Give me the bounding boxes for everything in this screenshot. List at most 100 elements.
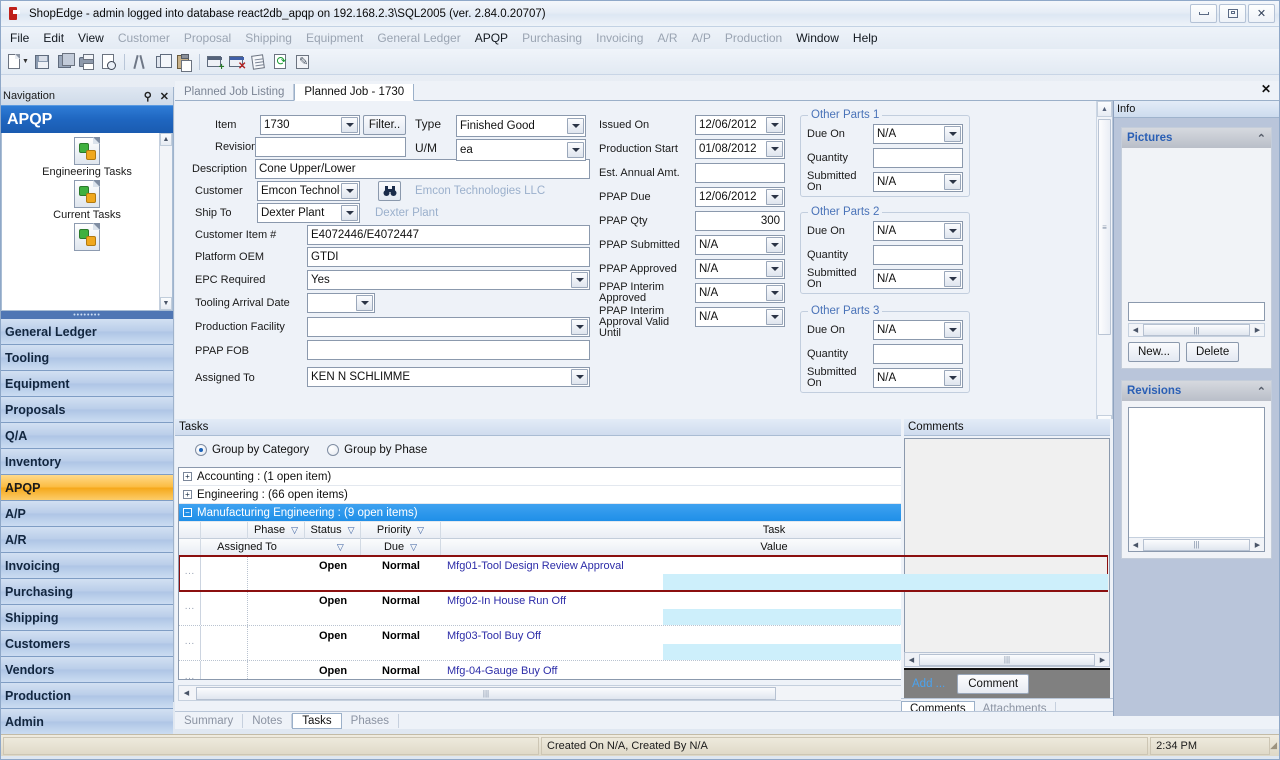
menu-item-equipment[interactable]: Equipment (299, 29, 370, 47)
chevron-down-icon[interactable] (567, 142, 584, 158)
filter-icon[interactable]: ▽ (337, 542, 344, 553)
scrollbar-thumb[interactable]: ||| (1143, 324, 1250, 336)
add-link[interactable]: Add ... (912, 678, 945, 690)
tooling-arrival-date-picker[interactable] (307, 293, 375, 313)
ppap-interim-valid-until-date-picker[interactable]: N/A (695, 307, 785, 327)
chevron-down-icon[interactable] (766, 237, 783, 253)
tab-notes[interactable]: Notes (243, 713, 293, 728)
print-preview-icon[interactable] (98, 51, 119, 72)
refresh-icon[interactable] (270, 51, 291, 72)
filter-icon[interactable]: ▽ (348, 525, 355, 536)
chevron-down-icon[interactable] (341, 117, 358, 133)
scroll-left-icon[interactable]: ◀ (1129, 326, 1142, 334)
column-header-due[interactable]: Due ▽ (361, 538, 441, 556)
tab-phases[interactable]: Phases (342, 713, 400, 728)
sidebar-item-purchasing[interactable]: Purchasing (1, 579, 173, 605)
chevron-down-icon[interactable] (571, 319, 588, 335)
other-parts-1-due-on[interactable]: N/A (873, 124, 963, 144)
menu-item-ap[interactable]: A/P (685, 29, 718, 47)
close-button[interactable]: ✕ (1248, 4, 1275, 23)
epc-required-combo[interactable]: Yes (307, 270, 590, 290)
production-start-date-picker[interactable]: 01/08/2012 (695, 139, 785, 159)
sidebar-item-qa[interactable]: Q/A (1, 423, 173, 449)
chevron-down-icon[interactable] (766, 141, 783, 157)
comments-horizontal-scrollbar[interactable]: ◀ ||| ▶ (904, 652, 1110, 667)
menu-item-apqp[interactable]: APQP (468, 29, 515, 47)
comment-button[interactable]: Comment (957, 674, 1030, 694)
est-annual-amt-field[interactable] (695, 163, 785, 183)
menu-item-ar[interactable]: A/R (650, 29, 684, 47)
tab-planned-job-1730[interactable]: Planned Job - 1730 (294, 84, 415, 101)
save-icon[interactable] (32, 51, 53, 72)
add-record-icon[interactable] (204, 51, 225, 73)
edit-icon[interactable] (292, 51, 313, 72)
chevron-down-icon[interactable] (944, 126, 961, 142)
revisions-card-header[interactable]: Revisions ⌃ (1122, 381, 1271, 401)
expand-icon[interactable]: + (183, 472, 192, 481)
chevron-down-icon[interactable] (766, 189, 783, 205)
sidebar-item-equipment[interactable]: Equipment (1, 371, 173, 397)
other-parts-3-submitted-on[interactable]: N/A (873, 368, 963, 388)
other-parts-2-quantity[interactable] (873, 245, 963, 265)
minimize-button[interactable] (1190, 4, 1217, 23)
other-parts-3-quantity[interactable] (873, 344, 963, 364)
menu-item-purchasing[interactable]: Purchasing (515, 29, 589, 47)
pictures-card-header[interactable]: Pictures ⌃ (1122, 128, 1271, 148)
scrollbar-thumb[interactable]: ||| (919, 653, 1095, 666)
sidebar-item-proposals[interactable]: Proposals (1, 397, 173, 423)
other-parts-2-due-on[interactable]: N/A (873, 221, 963, 241)
chevron-down-icon[interactable] (571, 272, 588, 288)
type-combo[interactable]: Finished Good (456, 115, 586, 137)
ppap-submitted-date-picker[interactable]: N/A (695, 235, 785, 255)
menu-item-edit[interactable]: Edit (36, 29, 71, 47)
menu-item-window[interactable]: Window (789, 29, 846, 47)
chevron-down-icon[interactable] (571, 369, 588, 385)
picture-preview[interactable] (1128, 154, 1265, 302)
sidebar-item-customers[interactable]: Customers (1, 631, 173, 657)
radio-group-by-category[interactable]: Group by Category (195, 444, 309, 456)
chevron-down-icon[interactable] (567, 118, 584, 134)
delete-picture-button[interactable]: Delete (1185, 342, 1240, 362)
nav-shortcut-current-tasks[interactable]: Current Tasks (2, 180, 172, 221)
scroll-down-icon[interactable]: ▼ (160, 297, 172, 310)
sidebar-item-shipping[interactable]: Shipping (1, 605, 173, 631)
ppap-fob-field[interactable] (307, 340, 590, 360)
menu-item-shipping[interactable]: Shipping (238, 29, 299, 47)
menu-item-customer[interactable]: Customer (111, 29, 177, 47)
new-document-icon[interactable] (3, 51, 24, 72)
menu-item-production[interactable]: Production (718, 29, 789, 47)
binoculars-icon[interactable] (378, 181, 401, 201)
save-all-icon[interactable] (54, 51, 75, 72)
customer-combo[interactable]: Emcon Technologi (257, 181, 360, 201)
menu-item-invoicing[interactable]: Invoicing (589, 29, 650, 47)
new-picture-button[interactable]: New... (1128, 342, 1180, 362)
sidebar-item-general-ledger[interactable]: General Ledger (1, 319, 173, 345)
scroll-left-icon[interactable]: ◀ (1129, 541, 1142, 549)
filter-icon[interactable]: ▽ (410, 542, 417, 553)
chevron-up-icon[interactable]: ⌃ (1257, 132, 1266, 145)
scroll-up-icon[interactable]: ▲ (1097, 101, 1112, 117)
sidebar-item-ar[interactable]: A/R (1, 527, 173, 553)
scrollbar-thumb[interactable]: ≡ (1098, 119, 1111, 335)
chevron-down-icon[interactable] (944, 322, 961, 338)
ppap-approved-date-picker[interactable]: N/A (695, 259, 785, 279)
delete-record-icon[interactable] (226, 51, 247, 72)
revisions-list[interactable]: ◀ ||| ▶ (1128, 407, 1265, 552)
chevron-down-icon[interactable] (341, 183, 358, 199)
sidebar-item-tooling[interactable]: Tooling (1, 345, 173, 371)
maximize-button[interactable] (1219, 4, 1246, 23)
sidebar-item-inventory[interactable]: Inventory (1, 449, 173, 475)
pin-icon[interactable]: ⚲ (140, 90, 156, 103)
tab-tasks[interactable]: Tasks (292, 712, 342, 729)
other-parts-1-quantity[interactable] (873, 148, 963, 168)
tab-summary[interactable]: Summary (175, 713, 244, 728)
sidebar-item-production[interactable]: Production (1, 683, 173, 709)
scroll-right-icon[interactable]: ▶ (1096, 656, 1109, 664)
assigned-to-combo[interactable]: KEN N SCHLIMME (307, 367, 590, 387)
comments-list[interactable] (904, 438, 1110, 653)
scroll-right-icon[interactable]: ▶ (1251, 326, 1264, 334)
item-combo[interactable]: 1730 (260, 115, 360, 135)
filter-icon[interactable]: ▽ (291, 525, 298, 536)
column-header-status[interactable]: Status ▽ (305, 521, 361, 539)
ship-to-combo[interactable]: Dexter Plant (257, 203, 360, 223)
